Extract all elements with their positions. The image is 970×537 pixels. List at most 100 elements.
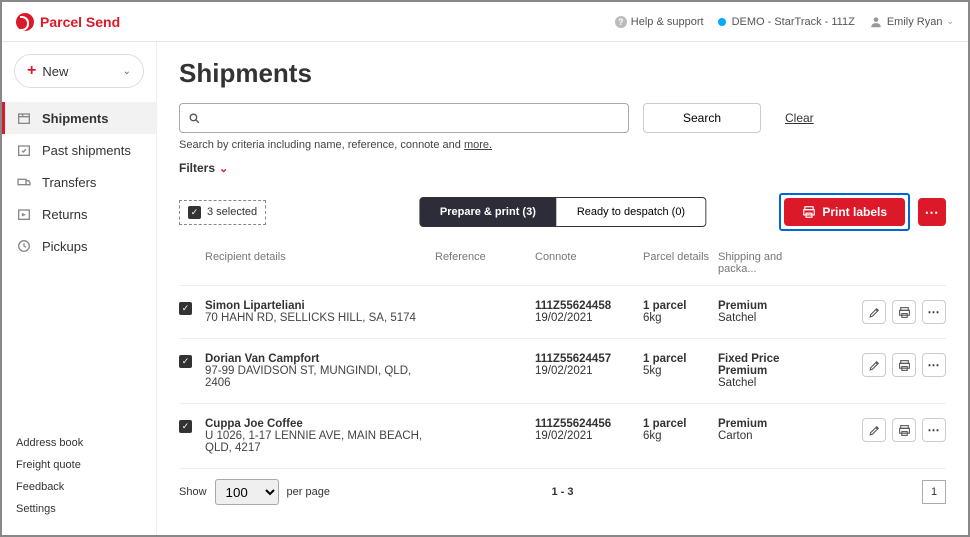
nav-label: Returns <box>42 207 88 222</box>
page-number[interactable]: 1 <box>922 480 946 504</box>
search-button[interactable]: Search <box>643 103 761 133</box>
more-row-button[interactable]: ⋯ <box>922 353 946 377</box>
content: Shipments Search Clear Search by criteri… <box>157 42 968 535</box>
print-row-button[interactable] <box>892 300 916 324</box>
user-icon <box>869 15 883 29</box>
status-dot-icon <box>718 18 726 26</box>
row-checkbox[interactable]: ✓ <box>179 420 192 433</box>
parcel-count: 1 parcel <box>643 300 718 312</box>
shipping-package: Satchel <box>718 312 818 324</box>
filters-toggle[interactable]: Filters ⌄ <box>179 161 946 175</box>
tab-ready-despatch[interactable]: Ready to despatch (0) <box>557 197 706 227</box>
table-row: ✓ Dorian Van Campfort 97-99 DAVIDSON ST,… <box>179 339 946 404</box>
user-menu[interactable]: Emily Ryan ⌄ <box>869 15 954 29</box>
help-label: Help & support <box>631 16 704 28</box>
search-hint: Search by criteria including name, refer… <box>179 139 946 151</box>
bottom-link-address-book[interactable]: Address book <box>16 437 142 449</box>
tab-prepare-print[interactable]: Prepare & print (3) <box>419 197 557 227</box>
more-row-button[interactable]: ⋯ <box>922 418 946 442</box>
print-row-button[interactable] <box>892 353 916 377</box>
nav-label: Transfers <box>42 175 96 190</box>
shipping-package: Satchel <box>718 377 818 389</box>
parcel-weight: 6kg <box>643 312 718 324</box>
parcel-weight: 5kg <box>643 365 718 377</box>
nav-pickups[interactable]: Pickups <box>2 230 156 262</box>
filters-label: Filters <box>179 161 215 175</box>
brand-logo-icon <box>16 13 34 31</box>
parcel-count: 1 parcel <box>643 418 718 430</box>
row-checkbox[interactable]: ✓ <box>179 302 192 315</box>
pager: Show 100 per page 1 - 3 1 <box>179 469 946 505</box>
sidebar: + New ⌄ Shipments Past shipments Transfe… <box>2 42 157 535</box>
new-button[interactable]: + New ⌄ <box>14 54 144 88</box>
clock-icon <box>16 238 32 254</box>
page-size-select[interactable]: 100 <box>215 479 279 505</box>
print-label: Print labels <box>822 205 887 219</box>
transfer-icon <box>16 174 32 190</box>
connote-date: 19/02/2021 <box>535 312 643 324</box>
connote-date: 19/02/2021 <box>535 365 643 377</box>
col-recipient: Recipient details <box>205 251 435 275</box>
shipping-package: Carton <box>718 430 818 442</box>
edit-row-button[interactable] <box>862 418 886 442</box>
connote-date: 19/02/2021 <box>535 430 643 442</box>
nav-label: Past shipments <box>42 143 131 158</box>
connote-number: 111Z55624458 <box>535 300 643 312</box>
edit-row-button[interactable] <box>862 353 886 377</box>
help-icon: ? <box>615 16 627 28</box>
nav-shipments[interactable]: Shipments <box>2 102 156 134</box>
nav-label: Shipments <box>42 111 108 126</box>
bottom-link-settings[interactable]: Settings <box>16 503 142 515</box>
help-support-link[interactable]: ? Help & support <box>615 16 704 28</box>
bottom-link-feedback[interactable]: Feedback <box>16 481 142 493</box>
table-row: ✓ Cuppa Joe Coffee U 1026, 1-17 LENNIE A… <box>179 404 946 469</box>
return-icon <box>16 206 32 222</box>
shipping-service: Fixed Price Premium <box>718 353 818 377</box>
edit-row-button[interactable] <box>862 300 886 324</box>
more-link[interactable]: more. <box>464 139 492 151</box>
recipient-name: Dorian Van Campfort <box>205 353 435 365</box>
print-row-button[interactable] <box>892 418 916 442</box>
recipient-address: 70 HAHN RD, SELLICKS HILL, SA, 5174 <box>205 312 435 324</box>
chevron-down-icon: ⌄ <box>946 16 954 27</box>
col-parcel: Parcel details <box>643 251 718 275</box>
selected-count: 3 selected <box>207 206 257 218</box>
shipping-service: Premium <box>718 300 818 312</box>
col-reference: Reference <box>435 251 535 275</box>
parcel-count: 1 parcel <box>643 353 718 365</box>
org-name: DEMO - StarTrack - 111Z <box>732 16 855 28</box>
more-row-button[interactable]: ⋯ <box>922 300 946 324</box>
search-icon <box>188 112 201 125</box>
parcel-weight: 6kg <box>643 430 718 442</box>
row-checkbox[interactable]: ✓ <box>179 355 192 368</box>
user-name: Emily Ryan <box>887 16 943 28</box>
table-row: ✓ Simon Liparteliani 70 HAHN RD, SELLICK… <box>179 286 946 339</box>
brand: Parcel Send <box>16 13 120 31</box>
org-switcher[interactable]: DEMO - StarTrack - 111Z <box>718 16 855 28</box>
tab-group: Prepare & print (3) Ready to despatch (0… <box>419 197 706 227</box>
clear-link[interactable]: Clear <box>785 111 814 125</box>
chevron-down-icon: ⌄ <box>123 66 131 77</box>
nav-past-shipments[interactable]: Past shipments <box>2 134 156 166</box>
chevron-down-icon: ⌄ <box>219 162 228 175</box>
pager-range: 1 - 3 <box>551 486 573 498</box>
nav-label: Pickups <box>42 239 88 254</box>
print-labels-button[interactable]: Print labels <box>784 198 905 226</box>
nav-transfers[interactable]: Transfers <box>2 166 156 198</box>
selected-chip[interactable]: ✓ 3 selected <box>179 200 266 225</box>
per-page-label: per page <box>287 486 330 498</box>
more-actions-button[interactable]: ⋯ <box>918 198 946 226</box>
sidebar-bottom: Address book Freight quote Feedback Sett… <box>2 437 156 523</box>
page-title: Shipments <box>179 58 946 89</box>
new-label: New <box>42 64 68 79</box>
app-header: Parcel Send ? Help & support DEMO - Star… <box>2 2 968 42</box>
search-input[interactable] <box>201 111 620 125</box>
header-right: ? Help & support DEMO - StarTrack - 111Z… <box>615 15 954 29</box>
action-bar: ✓ 3 selected Prepare & print (3) Ready t… <box>179 193 946 231</box>
history-box-icon <box>16 142 32 158</box>
bottom-link-freight-quote[interactable]: Freight quote <box>16 459 142 471</box>
printer-icon <box>802 205 816 219</box>
recipient-address: U 1026, 1-17 LENNIE AVE, MAIN BEACH, QLD… <box>205 430 435 454</box>
search-box[interactable] <box>179 103 629 133</box>
nav-returns[interactable]: Returns <box>2 198 156 230</box>
